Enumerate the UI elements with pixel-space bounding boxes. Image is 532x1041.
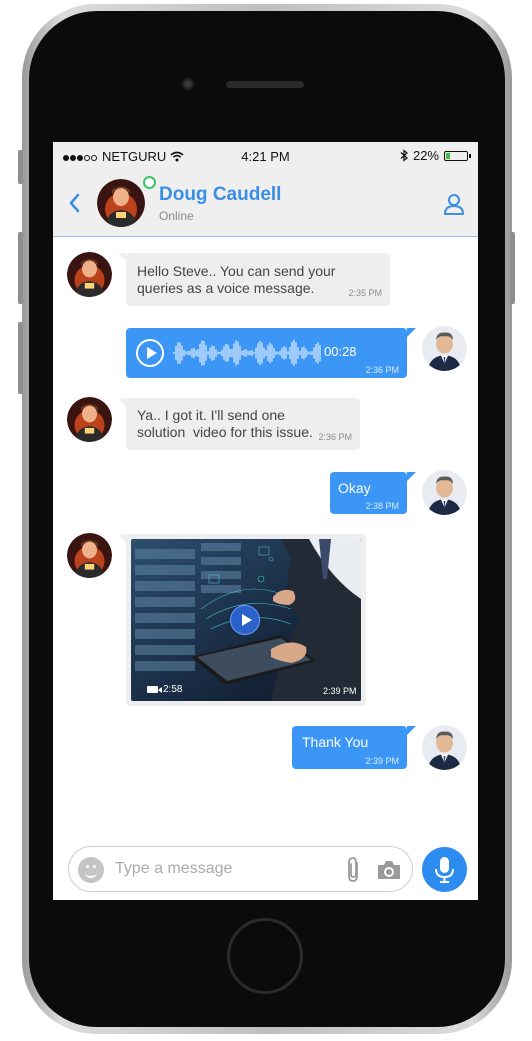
back-chevron-icon[interactable] (65, 190, 85, 216)
message-line: Hello Steve.. You can send your (137, 263, 336, 279)
waveform-icon (173, 340, 321, 366)
attachment-icon[interactable] (344, 856, 364, 884)
volume-down-button (18, 322, 23, 394)
message-line: Ya.. I got it. I'll send one (137, 407, 285, 423)
message-input[interactable] (115, 859, 290, 879)
video-duration-badge: 2:58 (147, 684, 182, 695)
video-play-icon[interactable] (230, 605, 260, 635)
user-avatar[interactable] (422, 725, 467, 770)
microphone-icon (435, 857, 454, 883)
message-time: 2:39 PM (323, 686, 357, 696)
message-time: 2:35 PM (348, 288, 382, 298)
user-avatar[interactable] (422, 326, 467, 371)
video-camera-icon (147, 686, 162, 693)
avatar-image (422, 470, 467, 515)
user-avatar[interactable] (422, 470, 467, 515)
message-line: solution video for this issue. (137, 424, 313, 440)
message-text: Okay (338, 480, 371, 496)
contact-avatar-msg[interactable] (67, 397, 112, 442)
record-voice-button[interactable] (422, 847, 467, 892)
message-composer (68, 846, 413, 892)
avatar-image (422, 725, 467, 770)
incoming-message[interactable]: Ya.. I got it. I'll send one solution vid… (118, 398, 360, 450)
contact-avatar-msg[interactable] (67, 252, 112, 297)
message-time: 2:39 PM (365, 756, 399, 766)
front-camera (181, 77, 195, 91)
avatar-image (67, 397, 112, 442)
outgoing-voice-message[interactable]: 00:28 2:36 PM (126, 328, 416, 378)
message-time: 2:38 PM (365, 501, 399, 511)
avatar-image (422, 326, 467, 371)
home-button[interactable] (227, 918, 303, 994)
online-indicator (143, 176, 156, 189)
message-text: Thank You (302, 734, 369, 750)
message-time: 2:36 PM (318, 432, 352, 442)
contact-presence: Online (159, 209, 194, 223)
profile-icon[interactable] (442, 192, 466, 216)
outgoing-message[interactable]: Thank You 2:39 PM (292, 726, 416, 769)
incoming-message[interactable]: Hello Steve.. You can send your queries a… (118, 253, 390, 306)
volume-up-button (18, 232, 23, 304)
contact-avatar-image (97, 179, 145, 227)
status-bar: NETGURU 4:21 PM 22% (53, 142, 478, 170)
voice-duration: 00:28 (324, 344, 357, 359)
avatar-image (67, 533, 112, 578)
video-duration: 2:58 (163, 684, 183, 695)
bluetooth-icon (400, 149, 408, 162)
camera-icon[interactable] (376, 859, 402, 881)
video-thumbnail[interactable]: 2:58 2:39 PM (131, 539, 361, 701)
emoji-icon[interactable] (78, 857, 104, 883)
battery-percent: 22% (412, 148, 439, 163)
incoming-video-message[interactable]: 2:58 2:39 PM (118, 534, 366, 706)
mute-switch (18, 150, 23, 184)
message-text: Ya.. I got it. I'll send one solution vid… (137, 407, 313, 441)
play-icon[interactable] (136, 339, 164, 367)
outgoing-message[interactable]: Okay 2:38 PM (330, 472, 416, 514)
contact-name[interactable]: Doug Caudell (159, 184, 281, 206)
status-right: 22% (400, 148, 471, 163)
contact-avatar-msg[interactable] (67, 533, 112, 578)
message-time: 2:36 PM (365, 365, 399, 375)
battery-icon (444, 150, 471, 161)
battery-level-fill (446, 152, 450, 159)
power-button (510, 232, 515, 304)
avatar-image (67, 252, 112, 297)
message-text: Hello Steve.. You can send your queries a… (137, 263, 335, 297)
earpiece-speaker (226, 81, 304, 88)
chat-header: Doug Caudell Online (53, 170, 478, 237)
message-line: queries as a voice message. (137, 280, 315, 296)
chat-screen: NETGURU 4:21 PM 22% Doug Caudell Online … (53, 142, 478, 900)
contact-avatar[interactable] (97, 179, 145, 227)
